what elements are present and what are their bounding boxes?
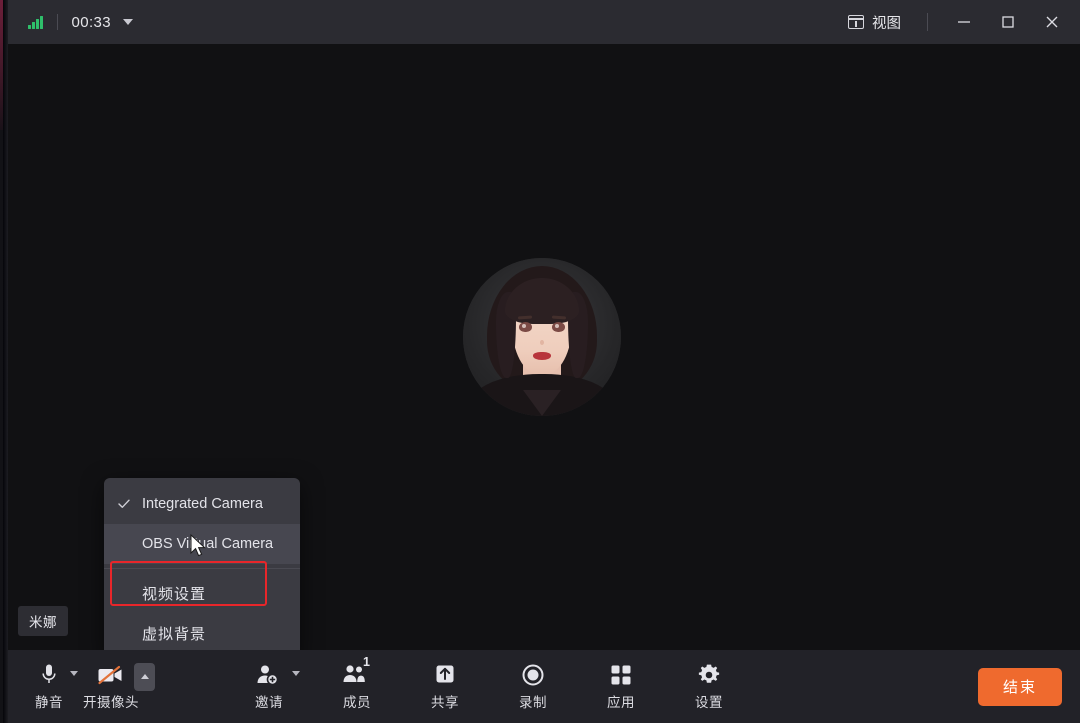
share-button-label: 共享 [431,695,459,710]
end-meeting-button[interactable]: 结束 [978,667,1062,706]
settings-button[interactable]: 设置 [678,654,740,720]
grid-apps-icon [610,662,632,688]
camera-button[interactable]: 开摄像头 [80,654,155,720]
signal-bars-icon [28,15,43,29]
menu-item-label: Integrated Camera [142,496,263,512]
left-edge-accent [0,0,3,130]
participant-video-tile[interactable] [463,258,621,416]
titlebar-divider-2 [927,13,928,31]
menu-item-video-settings[interactable]: 视频设置 [104,573,300,613]
menu-item-obs-virtual-camera[interactable]: OBS Virtual Camera [104,524,300,564]
members-button-label: 成员 [343,695,371,710]
meeting-window: 00:33 视图 米娜 Integrated Camera OBS Virtua… [0,0,1080,723]
avatar [463,258,621,416]
window-left-edge [0,0,8,723]
toolbar-center-group: 邀请 1 成员 共享 录制 应用 设置 [238,654,740,720]
mute-button-label: 静音 [35,695,63,710]
maximize-icon [1002,16,1014,28]
bottom-toolbar: 静音 开摄像头 邀请 1 成员 共享 录制 应用 设置 结束 [0,650,1080,723]
titlebar-divider [56,14,58,30]
avatar-eye-left [519,322,532,332]
invite-button-label: 邀请 [255,695,283,710]
mute-button[interactable]: 静音 [18,654,80,720]
titlebar-left-group: 00:33 [0,0,134,44]
chevron-up-icon [140,674,149,679]
gear-icon [697,662,721,688]
members-count-badge: 1 [363,654,370,669]
camera-off-icon [97,662,125,688]
minimize-icon [958,21,970,23]
chevron-down-icon[interactable] [70,670,78,676]
left-edge-shadow [3,0,8,723]
record-circle-icon [521,662,545,688]
camera-dropdown-menu[interactable]: Integrated Camera OBS Virtual Camera 视频设… [104,478,300,659]
meeting-timer: 00:33 [71,13,112,31]
minimize-button[interactable] [942,0,986,44]
check-icon [118,498,130,510]
view-button[interactable]: 视图 [838,6,911,39]
apps-button-label: 应用 [607,695,635,710]
menu-item-label: 视频设置 [142,585,207,603]
apps-button[interactable]: 应用 [590,654,652,720]
camera-button-label: 开摄像头 [83,695,139,710]
invite-button[interactable]: 邀请 [238,654,300,720]
menu-separator [104,568,300,569]
person-add-icon [256,662,282,688]
record-button[interactable]: 录制 [502,654,564,720]
share-up-arrow-icon [433,662,457,688]
menu-item-label: 虚拟背景 [142,625,207,643]
share-button[interactable]: 共享 [414,654,476,720]
settings-button-label: 设置 [695,695,723,710]
chevron-down-icon[interactable] [123,19,134,25]
avatar-nose [540,340,544,345]
chevron-down-icon[interactable] [292,670,300,676]
menu-item-integrated-camera[interactable]: Integrated Camera [104,484,300,524]
avatar-eye-right [552,322,565,332]
members-button[interactable]: 1 成员 [326,654,388,720]
titlebar-right-group: 视图 [838,0,1080,44]
participant-name-badge: 米娜 [18,606,68,636]
toolbar-left-group: 静音 开摄像头 [0,654,155,720]
menu-item-virtual-background[interactable]: 虚拟背景 [104,613,300,653]
microphone-icon [41,662,57,688]
menu-item-label: OBS Virtual Camera [142,536,274,552]
avatar-lips [533,352,551,360]
camera-options-button[interactable] [134,662,155,691]
close-icon [1046,16,1058,28]
layout-grid-icon [848,15,864,29]
titlebar: 00:33 视图 [0,0,1080,44]
record-button-label: 录制 [519,695,547,710]
close-button[interactable] [1030,0,1074,44]
maximize-button[interactable] [986,0,1030,44]
view-button-label: 视图 [872,15,901,32]
